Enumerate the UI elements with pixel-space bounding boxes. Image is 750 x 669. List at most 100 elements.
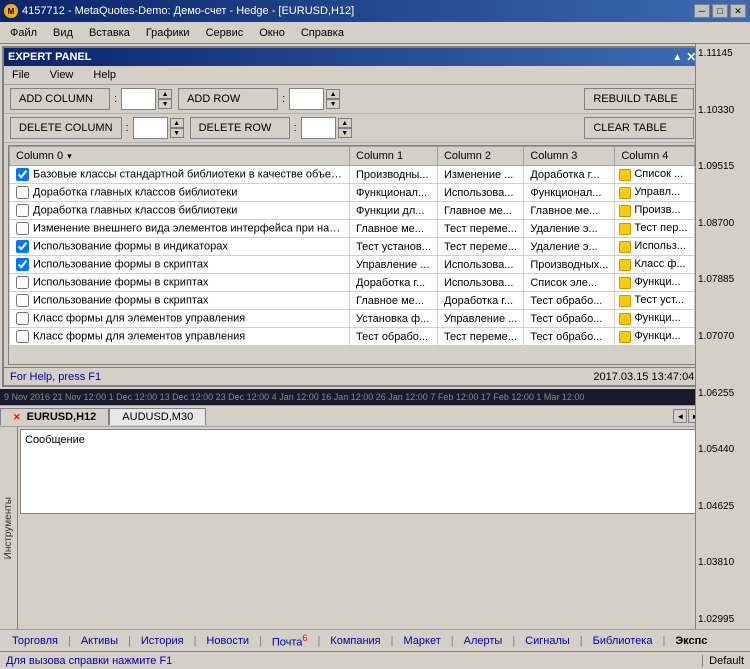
add-row-down[interactable]: ▼: [326, 99, 340, 109]
add-row-up[interactable]: ▲: [326, 89, 340, 99]
tab-signals[interactable]: Сигналы: [517, 633, 578, 649]
row-icon: [619, 241, 631, 253]
row-checkbox[interactable]: [16, 330, 29, 343]
add-row-spinner[interactable]: ▲ ▼: [326, 89, 340, 109]
close-button[interactable]: ✕: [730, 4, 746, 18]
add-column-input[interactable]: 0: [121, 88, 156, 110]
table-row: Использование формы в индикаторахТест ус…: [10, 238, 695, 256]
col-header-1: Column 1: [350, 147, 438, 166]
row-checkbox[interactable]: [16, 168, 29, 181]
row-checkbox[interactable]: [16, 186, 29, 199]
menu-help[interactable]: Справка: [293, 25, 352, 41]
chart-tabs: ✕ EURUSD,H12 AUDUSD,M30 ◄ ►: [0, 405, 704, 427]
delete-column-input[interactable]: 0: [133, 117, 168, 139]
row-icon: [619, 313, 631, 325]
add-column-up[interactable]: ▲: [158, 89, 172, 99]
price-5: 1.07885: [698, 274, 748, 285]
row-checkbox[interactable]: [16, 204, 29, 217]
delete-row-down[interactable]: ▼: [338, 128, 352, 138]
rebuild-table-button[interactable]: REBUILD TABLE: [584, 88, 694, 110]
price-2: 1.10330: [698, 105, 748, 116]
price-9: 1.04625: [698, 501, 748, 512]
price-11: 1.02995: [698, 614, 748, 625]
row-icon: [619, 205, 631, 217]
price-6: 1.07070: [698, 331, 748, 342]
expert-panel-title: EXPERT PANEL ▲ ✕: [4, 48, 700, 66]
expert-panel-menu: File View Help: [4, 66, 700, 85]
row-checkbox[interactable]: [16, 312, 29, 325]
expert-panel: EXPERT PANEL ▲ ✕ File View Help ADD COLU…: [2, 46, 702, 387]
status-help: For Help, press F1: [10, 371, 101, 383]
add-column-spinner[interactable]: ▲ ▼: [158, 89, 172, 109]
tab-trading[interactable]: Торговля: [4, 633, 66, 649]
tab-news[interactable]: Новости: [198, 633, 257, 649]
delete-row-input[interactable]: 0: [301, 117, 336, 139]
side-label-container: Инструменты: [0, 427, 18, 629]
bottom-area: Инструменты Сообщение: [0, 427, 704, 629]
bottom-tabs: Торговля | Активы | История | Новости | …: [0, 629, 750, 651]
chart-tab-prev[interactable]: ◄: [673, 409, 687, 423]
menu-service[interactable]: Сервис: [198, 25, 252, 41]
price-1: 1.11145: [698, 48, 748, 59]
delete-row-up[interactable]: ▲: [338, 118, 352, 128]
delete-row-button[interactable]: DELETE ROW: [190, 117, 290, 139]
tab-market[interactable]: Маркет: [396, 633, 449, 649]
chart-tab-eurusd[interactable]: ✕ EURUSD,H12: [0, 408, 109, 425]
add-column-down[interactable]: ▼: [158, 99, 172, 109]
tab-company[interactable]: Компания: [322, 633, 388, 649]
row-checkbox[interactable]: [16, 240, 29, 253]
price-8: 1.05440: [698, 444, 748, 455]
menu-window[interactable]: Окно: [251, 25, 293, 41]
clear-table-button[interactable]: CLEAR TABLE: [584, 117, 694, 139]
delete-column-down[interactable]: ▼: [170, 128, 184, 138]
col-header-4: Column 4: [615, 147, 695, 166]
add-row-button[interactable]: ADD ROW: [178, 88, 278, 110]
row-checkbox[interactable]: [16, 222, 29, 235]
expert-menu-help[interactable]: Help: [91, 68, 118, 82]
tab-experts[interactable]: Экспс: [667, 633, 715, 649]
table-row: Использование формы в скриптахГлавное ме…: [10, 292, 695, 310]
delete-column-button[interactable]: DELETE COLUMN: [10, 117, 122, 139]
maximize-button[interactable]: □: [712, 4, 728, 18]
menu-view[interactable]: Вид: [45, 25, 81, 41]
expert-menu-file[interactable]: File: [10, 68, 32, 82]
row-checkbox[interactable]: [16, 294, 29, 307]
price-4: 1.08700: [698, 218, 748, 229]
panel-status-bar: For Help, press F1 2017.03.15 13:47:04: [4, 367, 700, 385]
delete-column-up[interactable]: ▲: [170, 118, 184, 128]
table-row: Класс формы для элементов управленияТест…: [10, 328, 695, 346]
row-icon: [619, 169, 631, 181]
tab-history[interactable]: История: [133, 633, 192, 649]
expert-panel-label: EXPERT PANEL: [8, 51, 92, 63]
menu-charts[interactable]: Графики: [138, 25, 198, 41]
message-title: Сообщение: [25, 434, 697, 446]
menu-file[interactable]: Файл: [2, 25, 45, 41]
delete-row-spinner[interactable]: ▲ ▼: [338, 118, 352, 138]
table-row: Доработка главных классов библиотекиФунк…: [10, 202, 695, 220]
expert-menu-view[interactable]: View: [48, 68, 76, 82]
minimize-button[interactable]: ─: [694, 4, 710, 18]
expert-panel-pin[interactable]: ▲: [672, 52, 682, 63]
data-table: Column 0▾ Column 1 Column 2 Column 3 Col…: [8, 145, 696, 365]
tab-assets[interactable]: Активы: [73, 633, 126, 649]
add-column-button[interactable]: ADD COLUMN: [10, 88, 110, 110]
row-checkbox[interactable]: [16, 276, 29, 289]
tab-library[interactable]: Библиотека: [585, 633, 661, 649]
add-row-input[interactable]: 0: [289, 88, 324, 110]
row-icon: [619, 259, 631, 271]
chart-tab-eurusd-close[interactable]: ✕: [13, 412, 21, 422]
chart-tab-audusd[interactable]: AUDUSD,M30: [109, 408, 206, 425]
menu-insert[interactable]: Вставка: [81, 25, 138, 41]
delete-column-spinner[interactable]: ▲ ▼: [170, 118, 184, 138]
price-7: 1.06255: [698, 388, 748, 399]
row-icon: [619, 223, 631, 235]
row-checkbox[interactable]: [16, 258, 29, 271]
menu-bar: Файл Вид Вставка Графики Сервис Окно Спр…: [0, 22, 750, 44]
tab-mail[interactable]: Почта6: [264, 631, 316, 651]
tab-alerts[interactable]: Алерты: [456, 633, 511, 649]
table-row: Использование формы в скриптахУправление…: [10, 256, 695, 274]
price-scale: 1.11145 1.10330 1.09515 1.08700 1.07885 …: [695, 44, 750, 629]
col-header-0: Column 0▾: [10, 147, 350, 166]
mail-badge: 6: [302, 633, 307, 643]
row-icon: [619, 187, 631, 199]
